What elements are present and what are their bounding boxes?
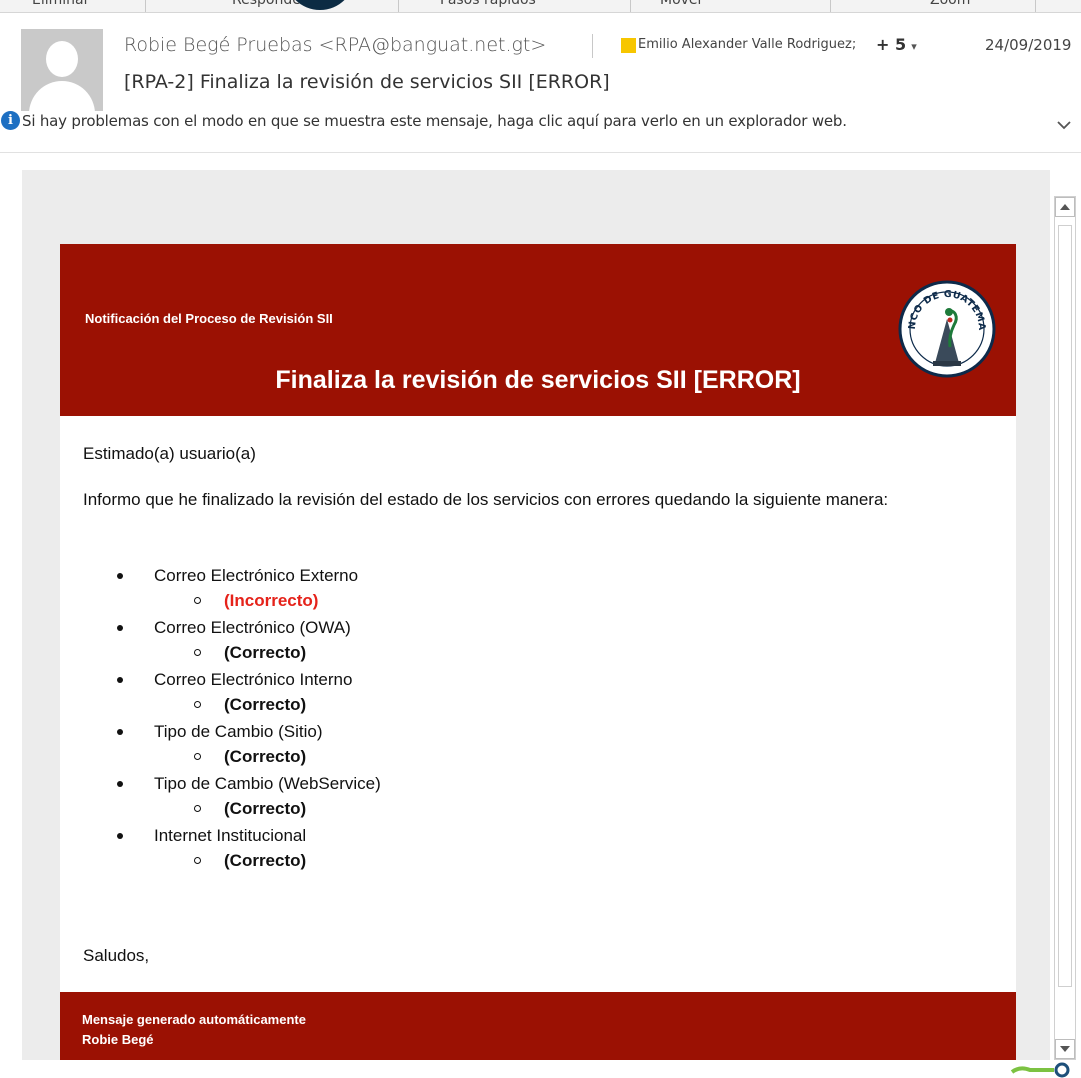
bullet-icon [117,781,123,787]
bank-seal-logo: BANCO DE GUATEMALA [897,279,996,378]
ribbon-divider [630,0,631,12]
service-status: (Correcto) [224,643,307,662]
sub-bullet-icon [194,857,201,864]
avatar-body-shape [29,81,95,111]
decorative-logo-fragment [1010,1062,1070,1078]
service-name: Tipo de Cambio (Sitio) [154,722,323,741]
sub-bullet-icon [194,701,201,708]
info-icon: i [1,111,20,130]
recipients-list[interactable]: Emilio Alexander Valle Rodriguez; [638,37,856,52]
ribbon-divider [1035,0,1036,12]
quick-steps-button[interactable]: Pasos rápidos [440,0,536,8]
delete-button[interactable]: Eliminar [32,0,89,8]
ribbon-divider [398,0,399,12]
list-item: Internet Institucional (Correcto) [60,826,1016,878]
chevron-down-icon: ▾ [911,40,917,53]
email-banner: Notificación del Proceso de Revisión SII… [60,244,1016,416]
intro-paragraph: Informo que he finalizado la revisión de… [83,490,889,509]
reply-button[interactable]: Responder [232,0,307,8]
greeting: Estimado(a) usuario(a) [83,444,256,463]
scroll-up-button[interactable] [1055,197,1075,217]
sender-avatar[interactable] [21,29,103,111]
bullet-icon [117,729,123,735]
more-recipients-count: + 5 [876,35,907,54]
banner-label: Notificación del Proceso de Revisión SII [85,311,333,326]
bullet-icon [117,625,123,631]
zoom-button[interactable]: Zoom [930,0,970,8]
service-name: Correo Electrónico (OWA) [154,618,351,637]
service-status: (Correcto) [224,851,307,870]
service-name: Correo Electrónico Externo [154,566,359,585]
bullet-icon [117,573,123,579]
closing: Saludos, [83,946,150,965]
service-status: (Correcto) [224,695,307,714]
header-separator [0,152,1081,153]
header-divider [592,34,593,58]
arrow-down-icon [1060,1046,1070,1052]
chevron-down-icon[interactable] [1057,121,1071,130]
service-name: Tipo de Cambio (WebService) [154,774,381,793]
list-item: Correo Electrónico Externo (Incorrecto) [60,566,1016,618]
scroll-thumb[interactable] [1058,225,1072,987]
message-date: 24/09/2019 [985,36,1072,54]
ribbon-divider [830,0,831,12]
service-status: (Correcto) [224,747,307,766]
sub-bullet-icon [194,753,201,760]
message-subject: [RPA-2] Finaliza la revisión de servicio… [124,71,610,93]
sub-bullet-icon [194,805,201,812]
list-item: Tipo de Cambio (WebService) (Correcto) [60,774,1016,826]
email-content: Estimado(a) usuario(a) Informo que he fi… [60,416,1016,992]
list-item: Correo Electrónico (OWA) (Correcto) [60,618,1016,670]
sub-bullet-icon [194,649,201,656]
email-footer: Mensaje generado automáticamente Robie B… [60,992,1016,1060]
sub-bullet-icon [194,597,201,604]
service-status: (Incorrecto) [224,591,319,610]
view-in-browser-link[interactable]: Si hay problemas con el modo en que se m… [22,112,847,130]
move-button[interactable]: Mover [660,0,703,8]
footer-line-2: Robie Begé [82,1032,154,1047]
bullet-icon [117,833,123,839]
more-recipients-button[interactable]: + 5 ▾ [876,35,917,54]
service-status: (Correcto) [224,799,307,818]
sender-name[interactable]: Robie Begé Pruebas <RPA@banguat.net.gt> [124,34,546,56]
arrow-up-icon [1060,204,1070,210]
footer-line-1: Mensaje generado automáticamente [82,1012,306,1027]
bullet-icon [117,677,123,683]
message-body-viewport: Notificación del Proceso de Revisión SII… [22,170,1050,1060]
service-name: Correo Electrónico Interno [154,670,353,689]
services-list: Correo Electrónico Externo (Incorrecto) … [60,566,1016,878]
category-icon [621,38,636,53]
scroll-down-button[interactable] [1055,1039,1075,1059]
email-card: Notificación del Proceso de Revisión SII… [60,244,1016,1060]
service-name: Internet Institucional [154,826,307,845]
ribbon-toolbar: Eliminar Responder Pasos rápidos Mover Z… [0,0,1081,13]
list-item: Tipo de Cambio (Sitio) (Correcto) [60,722,1016,774]
ribbon-divider [145,0,146,12]
avatar-head-shape [46,41,78,77]
banner-title: Finaliza la revisión de servicios SII [E… [275,366,801,394]
vertical-scrollbar[interactable] [1054,196,1076,1060]
list-item: Correo Electrónico Interno (Correcto) [60,670,1016,722]
